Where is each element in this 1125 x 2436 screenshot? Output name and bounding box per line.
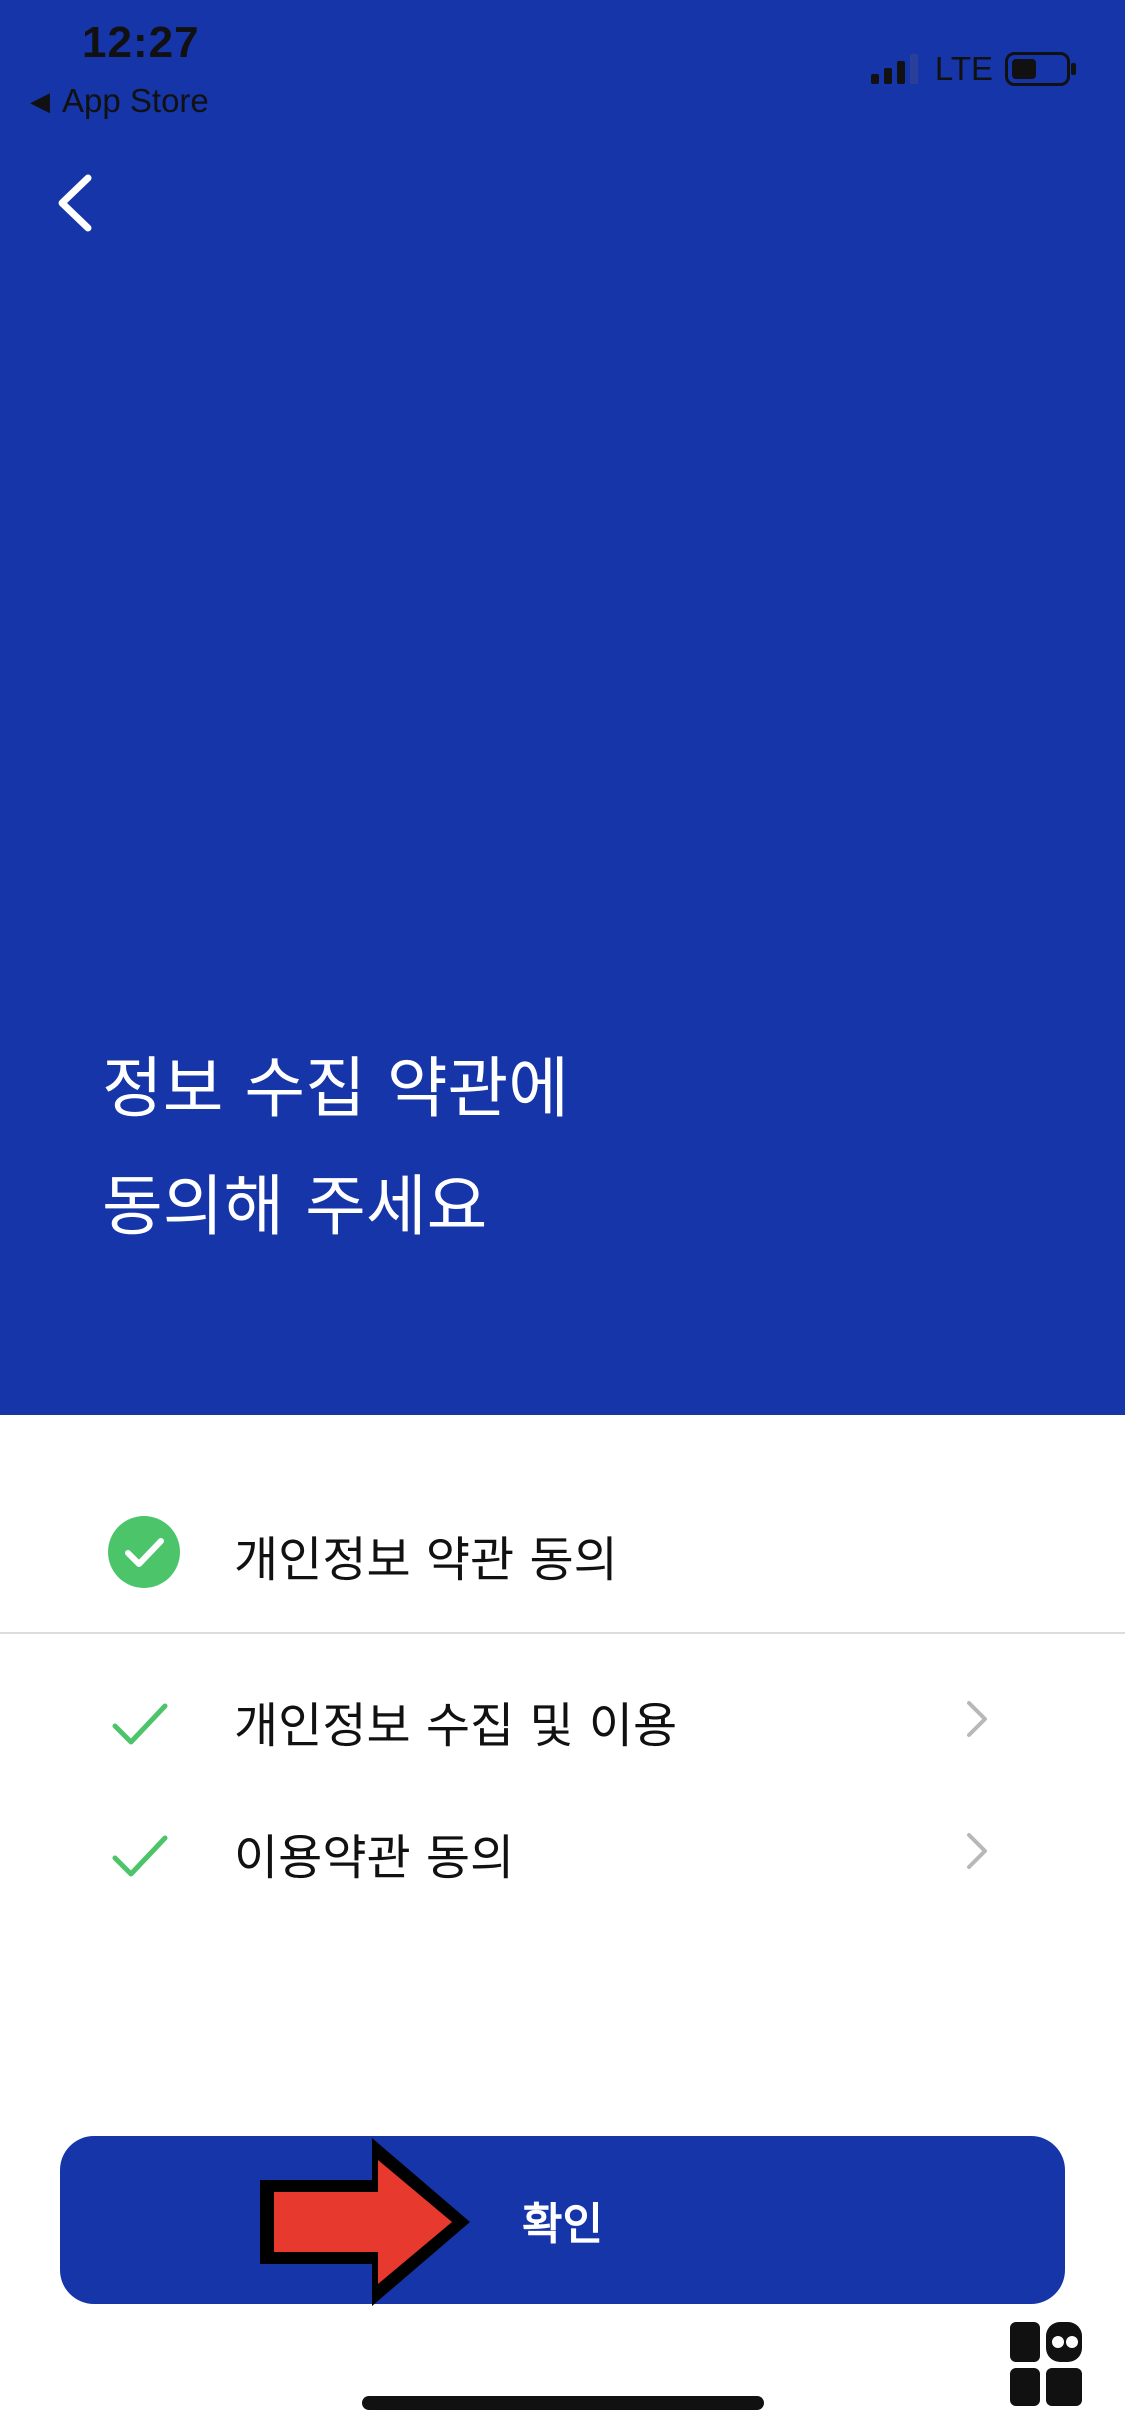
page-title: 정보 수집 약관에 동의해 주세요 [102, 1030, 569, 1266]
confirm-label: 확인 [522, 2199, 603, 2250]
title-line-1: 정보 수집 약관에 [102, 1050, 569, 1127]
check-icon[interactable] [110, 1700, 170, 1748]
check-circle-icon[interactable] [108, 1516, 180, 1588]
back-triangle-icon: ◀ [30, 85, 50, 116]
confirm-button[interactable]: 확인 [60, 2136, 1065, 2304]
signal-icon [870, 54, 918, 84]
back-app-label: App Store [62, 82, 209, 119]
chevron-right-icon[interactable] [964, 1698, 990, 1740]
agree-all-label: 개인정보 약관 동의 [234, 1532, 618, 1588]
watermark-logo-icon [1010, 2322, 1082, 2406]
status-time: 12:27 [82, 18, 200, 67]
chevron-left-icon[interactable] [44, 168, 114, 238]
divider [0, 1632, 1125, 1634]
annotation-arrow-icon [260, 2138, 470, 2306]
battery-icon [1005, 52, 1076, 86]
check-icon[interactable] [110, 1832, 170, 1880]
back-to-app-link[interactable]: ◀ App Store [30, 82, 209, 120]
status-indicators: LTE [870, 50, 1077, 88]
agreement-item-privacy[interactable]: 개인정보 수집 및 이용 [234, 1686, 677, 1756]
agreement-item-terms[interactable]: 이용약관 동의 [234, 1818, 514, 1888]
chevron-right-icon[interactable] [964, 1830, 990, 1872]
network-label: LTE [934, 50, 993, 87]
title-line-2: 동의해 주세요 [102, 1168, 488, 1245]
home-indicator [362, 2396, 764, 2410]
